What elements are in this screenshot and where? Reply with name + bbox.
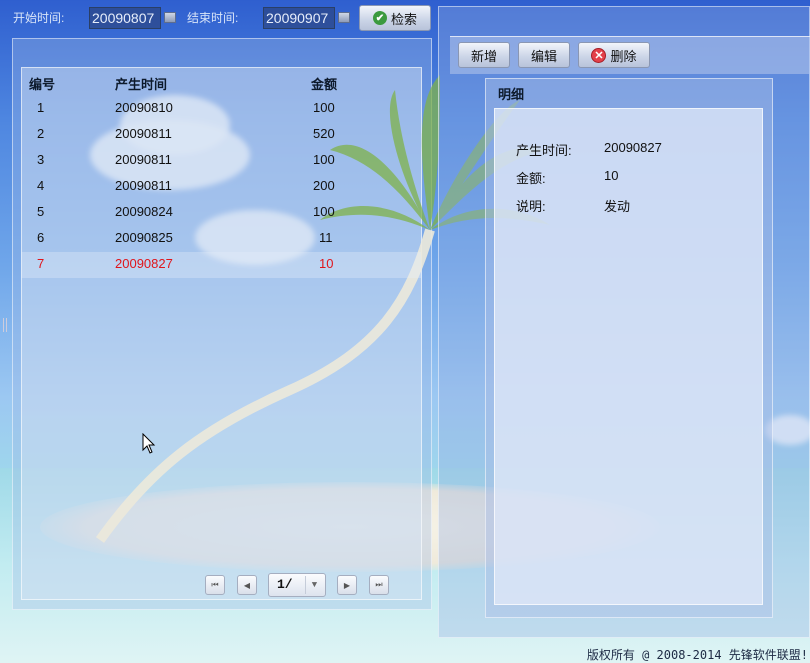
add-button-label: 新增	[470, 48, 497, 64]
first-page-button[interactable]: ⏮	[205, 575, 225, 595]
next-page-button[interactable]: ▶	[337, 575, 357, 595]
edit-button[interactable]: 编辑	[518, 42, 570, 68]
detail-note-label: 说明:	[516, 199, 546, 214]
table-row-selected[interactable]: 7 20090827 10	[21, 252, 421, 278]
chevron-down-icon[interactable]: ▼	[305, 576, 323, 594]
calendar-icon[interactable]	[338, 12, 350, 23]
page-number: 1/	[277, 577, 293, 592]
search-button[interactable]: ✔ 检索	[359, 5, 431, 31]
cell-amount: 200	[313, 178, 335, 193]
cell-time: 20090825	[115, 230, 173, 245]
delete-icon: ✕	[591, 47, 607, 63]
cell-time: 20090811	[115, 178, 172, 193]
cell-id: 7	[37, 256, 45, 271]
start-date-input[interactable]: 20090807	[89, 7, 161, 29]
column-header-time[interactable]: 产生时间	[115, 74, 167, 93]
cell-time: 20090811	[115, 152, 172, 167]
mouse-cursor-icon	[142, 433, 156, 454]
cell-time: 20090810	[115, 100, 173, 115]
cell-id: 6	[37, 230, 45, 245]
cell-amount: 10	[319, 256, 334, 271]
end-date-input[interactable]: 20090907	[263, 7, 335, 29]
cell-amount: 11	[319, 230, 333, 245]
table-row[interactable]: 6 20090825 11	[21, 226, 421, 252]
cell-id: 5	[37, 204, 45, 219]
column-header-id[interactable]: 编号	[29, 74, 55, 93]
detail-time-label: 产生时间:	[516, 143, 572, 158]
grid-header: 编号 产生时间 金额	[21, 70, 421, 92]
cell-id: 4	[37, 178, 45, 193]
table-row[interactable]: 3 20090811 100	[21, 148, 421, 174]
cell-amount: 100	[313, 100, 335, 115]
edit-button-label: 编辑	[530, 48, 557, 64]
detail-amount-value: 10	[604, 168, 619, 183]
delete-button-label: 删除	[610, 48, 637, 64]
cell-id: 3	[37, 152, 45, 167]
cell-time: 20090824	[115, 204, 173, 219]
last-page-button[interactable]: ⏭	[369, 575, 389, 595]
page-select[interactable]: 1/ ▼	[268, 573, 326, 597]
table-row[interactable]: 2 20090811 520	[21, 122, 421, 148]
table-row[interactable]: 1 20090810 100	[21, 96, 421, 122]
cell-amount: 100	[313, 204, 335, 219]
cell-id: 1	[37, 100, 45, 115]
calendar-icon[interactable]	[164, 12, 176, 23]
detail-title: 明细	[498, 87, 525, 102]
splitter-handle[interactable]	[3, 318, 7, 332]
cell-amount: 100	[313, 152, 335, 167]
table-row[interactable]: 5 20090824 100	[21, 200, 421, 226]
search-button-label: 检索	[390, 11, 417, 27]
cell-time: 20090811	[115, 126, 172, 141]
copyright-footer: 版权所有 @ 2008-2014 先锋软件联盟!	[586, 648, 808, 662]
search-toolbar: 开始时间: 20090807 结束时间: 20090907 ✔ 检索	[0, 0, 435, 34]
detail-amount-label: 金额:	[516, 171, 546, 186]
cell-time: 20090827	[115, 256, 173, 271]
cell-id: 2	[37, 126, 45, 141]
check-icon: ✔	[372, 11, 387, 25]
start-time-label: 开始时间:	[13, 11, 65, 25]
delete-button[interactable]: ✕ 删除	[578, 42, 650, 68]
cell-amount: 520	[313, 126, 335, 141]
end-time-label: 结束时间:	[187, 11, 239, 25]
prev-page-button[interactable]: ◀	[237, 575, 257, 595]
detail-time-value: 20090827	[604, 140, 662, 155]
detail-note-value: 发动	[604, 199, 631, 214]
add-button[interactable]: 新增	[458, 42, 510, 68]
table-row[interactable]: 4 20090811 200	[21, 174, 421, 200]
column-header-amount[interactable]: 金额	[311, 74, 337, 93]
